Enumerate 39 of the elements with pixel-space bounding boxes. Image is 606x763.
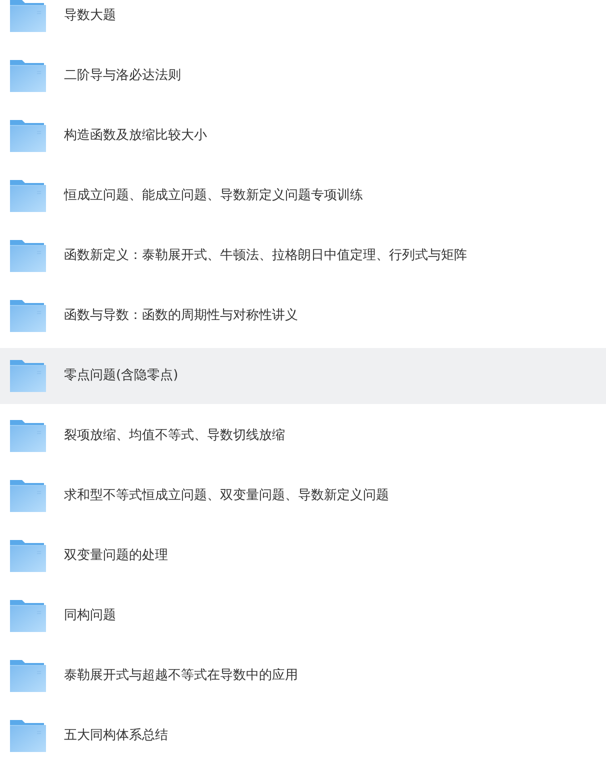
folder-row[interactable]: 双变量问题的处理 xyxy=(0,528,606,584)
folder-name: 裂项放缩、均值不等式、导数切线放缩 xyxy=(64,427,285,446)
folder-icon xyxy=(10,600,46,632)
folder-icon xyxy=(10,120,46,152)
folder-icon xyxy=(10,180,46,212)
folder-row[interactable]: 泰勒展开式与超越不等式在导数中的应用 xyxy=(0,648,606,704)
folder-icon xyxy=(10,420,46,452)
folder-row[interactable]: 零点问题(含隐零点) xyxy=(0,348,606,404)
folder-icon xyxy=(10,360,46,392)
folder-name: 泰勒展开式与超越不等式在导数中的应用 xyxy=(64,667,298,686)
folder-row[interactable]: 函数新定义：泰勒展开式、牛顿法、拉格朗日中值定理、行列式与矩阵 xyxy=(0,228,606,284)
folder-name: 同构问题 xyxy=(64,607,116,626)
folder-name: 恒成立问题、能成立问题、导数新定义问题专项训练 xyxy=(64,187,363,206)
folder-name: 函数与导数：函数的周期性与对称性讲义 xyxy=(64,307,298,326)
folder-name: 导数大题 xyxy=(64,7,116,26)
folder-icon xyxy=(10,300,46,332)
folder-name: 零点问题(含隐零点) xyxy=(64,367,178,386)
folder-name: 构造函数及放缩比较大小 xyxy=(64,127,207,146)
folder-name: 函数新定义：泰勒展开式、牛顿法、拉格朗日中值定理、行列式与矩阵 xyxy=(64,247,467,266)
folder-icon xyxy=(10,240,46,272)
folder-row[interactable]: 恒成立问题、能成立问题、导数新定义问题专项训练 xyxy=(0,168,606,224)
folder-row[interactable]: 五大同构体系总结 xyxy=(0,708,606,763)
folder-row[interactable]: 二阶导与洛必达法则 xyxy=(0,48,606,104)
folder-icon xyxy=(10,660,46,692)
folder-row[interactable]: 裂项放缩、均值不等式、导数切线放缩 xyxy=(0,408,606,464)
folder-row[interactable]: 构造函数及放缩比较大小 xyxy=(0,108,606,164)
folder-name: 双变量问题的处理 xyxy=(64,547,168,566)
folder-icon xyxy=(10,60,46,92)
folder-name: 二阶导与洛必达法则 xyxy=(64,67,181,86)
folder-row[interactable]: 导数大题 xyxy=(0,0,606,44)
folder-icon xyxy=(10,720,46,752)
folder-icon xyxy=(10,0,46,32)
folder-name: 求和型不等式恒成立问题、双变量问题、导数新定义问题 xyxy=(64,487,389,506)
folder-row[interactable]: 求和型不等式恒成立问题、双变量问题、导数新定义问题 xyxy=(0,468,606,524)
folder-icon xyxy=(10,540,46,572)
folder-row[interactable]: 同构问题 xyxy=(0,588,606,644)
folder-name: 五大同构体系总结 xyxy=(64,727,168,746)
folder-row[interactable]: 函数与导数：函数的周期性与对称性讲义 xyxy=(0,288,606,344)
folder-icon xyxy=(10,480,46,512)
